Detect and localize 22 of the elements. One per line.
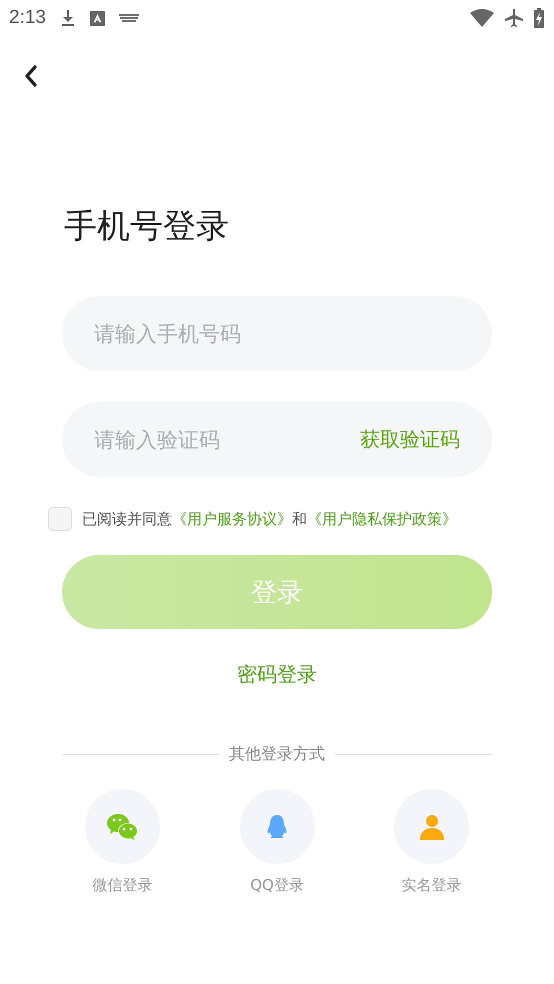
person-icon (420, 814, 444, 840)
battery-charging-icon (534, 8, 544, 28)
password-login-link[interactable]: 密码登录 (237, 661, 317, 688)
get-code-button[interactable]: 获取验证码 (360, 402, 460, 477)
agreement-link[interactable]: 《用户隐私保护政策》 (307, 510, 457, 528)
keyboard-language-icon (90, 10, 105, 26)
keyboard-icon (118, 13, 139, 23)
download-icon (60, 9, 76, 27)
social-login-label: 实名登录 (402, 876, 462, 895)
airplane-icon (504, 8, 524, 28)
agreement-link[interactable]: 《用户服务协议》 (172, 510, 292, 528)
page-title: 手机号登录 (64, 205, 230, 247)
wifi-icon (470, 9, 494, 27)
agree-checkbox[interactable] (48, 507, 72, 531)
wechat-icon (106, 812, 139, 841)
status-time: 2:13 (9, 7, 46, 29)
social-login-label: QQ登录 (250, 876, 304, 895)
agreement-text: 已阅读并同意《用户服务协议》和《用户隐私保护政策》 (82, 510, 457, 528)
phone-input-field[interactable]: 请输入手机号码 (62, 296, 492, 371)
social-login-label: 微信登录 (92, 876, 152, 895)
section-heading: 其他登录方式 (229, 744, 325, 765)
penguin-icon (266, 814, 288, 839)
